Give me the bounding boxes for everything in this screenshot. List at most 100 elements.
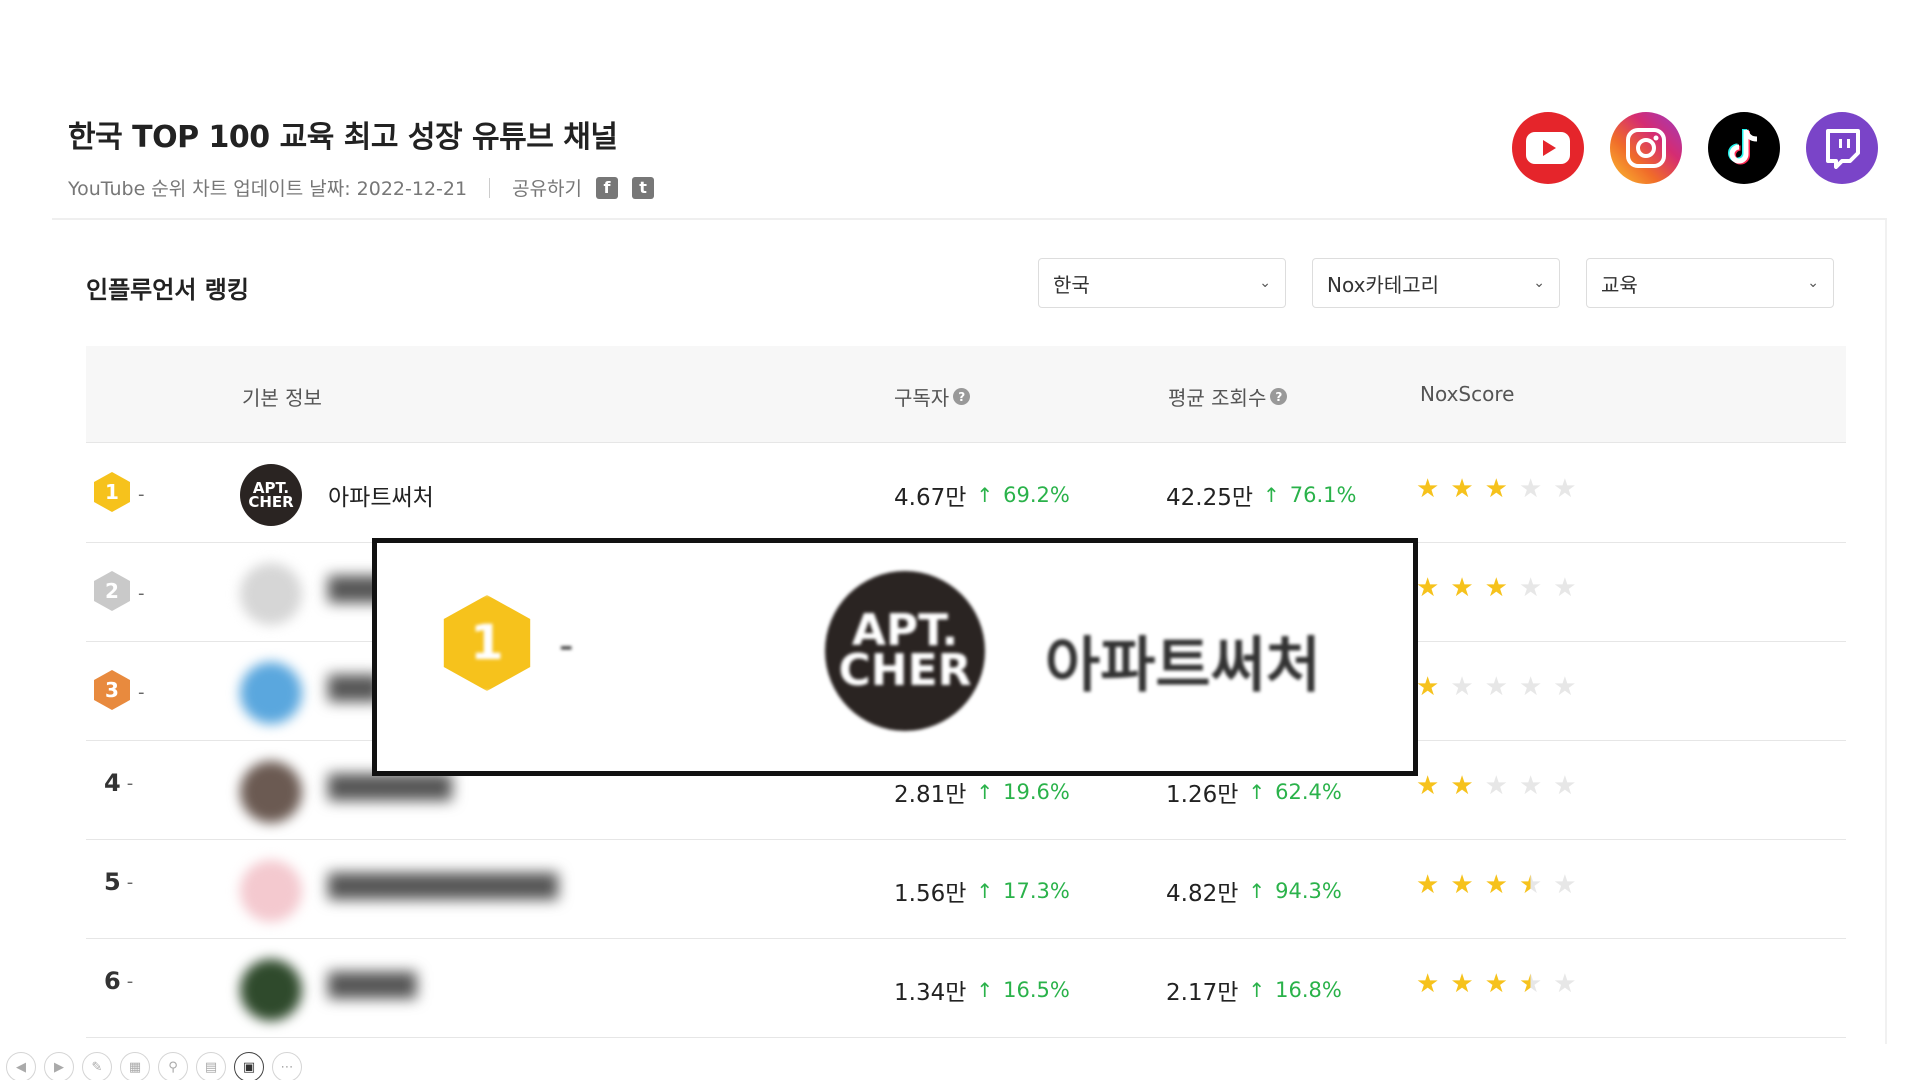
star-icon: ★ — [1450, 573, 1474, 603]
previous-icon[interactable]: ◀ — [6, 1052, 36, 1080]
panel-right-border — [1885, 220, 1887, 1044]
panel-top-border — [52, 218, 1887, 220]
star-icon: ★ — [1450, 672, 1474, 702]
update-info: YouTube 순위 차트 업데이트 날짜: 2022-12-21 공유하기 f… — [68, 174, 655, 201]
subscribers-cell: 1.56만 ↑ 17.3% — [894, 879, 1070, 907]
zoom-icon[interactable]: ⚲ — [158, 1052, 188, 1080]
rank-cell: 3 - — [92, 670, 145, 714]
update-date: YouTube 순위 차트 업데이트 날짜: 2022-12-21 — [68, 178, 468, 200]
rank-cell: 1 - — [92, 472, 145, 516]
facebook-icon[interactable]: f — [596, 176, 619, 199]
subscribers-cell: 4.67만 ↑ 69.2% — [894, 483, 1070, 511]
chevron-down-icon: ⌄ — [1533, 275, 1545, 291]
table-header: 기본 정보 구독자? 평균 조회수? NoxScore — [86, 346, 1846, 443]
header-subscribers[interactable]: 구독자? — [894, 382, 971, 411]
arrow-up-icon: ↑ — [1263, 483, 1280, 507]
header-avg-views[interactable]: 평균 조회수? — [1168, 382, 1288, 411]
category-type-select[interactable]: Nox카테고리 ⌄ — [1312, 258, 1560, 308]
youtube-icon[interactable] — [1512, 112, 1584, 184]
noxscore-stars: ★ ★ ★ ★ ★ — [1416, 674, 1577, 700]
noxscore-stars: ★ ★ ★ ★ ★ — [1416, 476, 1577, 502]
gold-medal-icon: 1 — [92, 472, 132, 516]
channel-name[interactable]: █████ — [328, 973, 416, 999]
channel-name[interactable]: 아파트써처 — [328, 478, 434, 512]
tiktok-icon[interactable] — [1708, 112, 1780, 184]
page-header: 한국 TOP 100 교육 최고 성장 유튜브 채널 YouTube 순위 차트… — [68, 112, 655, 201]
header-avg-views-label: 평균 조회수 — [1168, 386, 1267, 410]
zoom-callout: 1 - APT. CHER 아파트써처 — [372, 538, 1418, 776]
next-icon[interactable]: ▶ — [44, 1052, 74, 1080]
avatar: APT. CHER — [825, 571, 985, 731]
star-icon: ★ — [1416, 870, 1440, 900]
arrow-up-icon: ↑ — [1248, 879, 1266, 903]
avatar[interactable] — [240, 563, 302, 625]
avatar[interactable] — [240, 662, 302, 724]
chevron-down-icon: ⌄ — [1807, 275, 1819, 291]
twitch-icon[interactable] — [1806, 112, 1878, 184]
avg-views-cell: 42.25만 ↑ 76.1% — [1166, 483, 1357, 511]
category-select[interactable]: 교육 ⌄ — [1586, 258, 1834, 308]
help-icon[interactable]: ? — [953, 388, 971, 405]
presentation-toolbar: ◀ ▶ ✎ ▦ ⚲ ▤ ▣ ⋯ — [6, 1052, 302, 1080]
star-icon: ★ — [1484, 672, 1508, 702]
star-icon: ★ — [1450, 969, 1474, 999]
avatar[interactable] — [240, 959, 302, 1021]
arrow-up-icon: ↑ — [976, 879, 994, 903]
star-icon: ★ — [1518, 771, 1543, 801]
camera-icon[interactable]: ▣ — [234, 1052, 264, 1080]
channel-name[interactable]: ███████ — [328, 775, 452, 801]
gold-medal-icon: 1 — [439, 595, 535, 703]
avg-views-cell: 1.26만 ↑ 62.4% — [1166, 780, 1342, 808]
rank-dash: - — [559, 623, 574, 669]
star-icon: ★ — [1484, 870, 1508, 900]
rank-cell: 5- — [104, 868, 134, 896]
rank-cell: 6- — [104, 967, 134, 995]
arrow-up-icon: ↑ — [976, 483, 994, 507]
star-icon: ★ — [1518, 474, 1543, 504]
section-title: 인플루언서 랭킹 — [86, 276, 249, 304]
avatar[interactable] — [240, 860, 302, 922]
avatar[interactable] — [240, 761, 302, 823]
star-icon: ★ — [1416, 474, 1440, 504]
more-options-icon[interactable]: ⋯ — [272, 1052, 302, 1080]
avatar[interactable]: APT. CHER — [240, 464, 302, 526]
table-row[interactable]: 1 - APT. CHER 아파트써처 4.67만 ↑ 69.2% 42.25만 ↑ 76… — [86, 444, 1846, 543]
arrow-up-icon: ↑ — [976, 780, 994, 804]
header-noxscore[interactable]: NoxScore — [1420, 382, 1514, 406]
star-icon: ★ — [1484, 771, 1508, 801]
subscribers-cell: 2.81만 ↑ 19.6% — [894, 780, 1070, 808]
instagram-icon[interactable] — [1610, 112, 1682, 184]
star-icon: ★ — [1553, 870, 1577, 900]
noxscore-stars: ★ ★ ★ ★ ★ — [1416, 575, 1577, 601]
header-basic-info-label: 기본 정보 — [242, 386, 322, 410]
share-label: 공유하기 — [512, 178, 583, 200]
star-icon: ★ — [1450, 870, 1474, 900]
noxscore-stars: ★ ★ ★ ★ ★ — [1416, 773, 1577, 799]
pen-icon[interactable]: ✎ — [82, 1052, 112, 1080]
bronze-medal-icon: 3 — [92, 670, 132, 714]
country-select[interactable]: 한국 ⌄ — [1038, 258, 1286, 308]
twitter-icon[interactable]: t — [632, 176, 655, 199]
channel-name: 아파트써처 — [1045, 631, 1321, 701]
table-row[interactable]: 5- █████████████ 1.56만 ↑ 17.3% 4.82만 ↑ 94.3%… — [86, 840, 1846, 939]
star-icon: ★ — [1518, 969, 1543, 999]
header-basic-info: 기본 정보 — [242, 382, 322, 411]
star-icon: ★ — [1518, 672, 1543, 702]
star-icon: ★ — [1484, 573, 1508, 603]
star-icon: ★ — [1553, 672, 1577, 702]
subtitles-icon[interactable]: ▤ — [196, 1052, 226, 1080]
star-icon: ★ — [1450, 771, 1474, 801]
slides-grid-icon[interactable]: ▦ — [120, 1052, 150, 1080]
table-row[interactable]: 6- █████ 1.34만 ↑ 16.5% 2.17만 ↑ 16.8% ★ ★ ★ ★ ★ — [86, 939, 1846, 1038]
header-noxscore-label: NoxScore — [1420, 382, 1515, 406]
silver-medal-icon: 2 — [92, 571, 132, 615]
star-icon: ★ — [1484, 969, 1508, 999]
star-icon: ★ — [1553, 474, 1577, 504]
chevron-down-icon: ⌄ — [1259, 275, 1271, 291]
header-subscribers-label: 구독자 — [894, 386, 950, 410]
help-icon[interactable]: ? — [1270, 388, 1288, 405]
channel-name[interactable]: █████████████ — [328, 874, 558, 900]
noxscore-stars: ★ ★ ★ ★ ★ — [1416, 872, 1577, 898]
category-value: 교육 — [1601, 272, 1638, 297]
subscribers-cell: 1.34만 ↑ 16.5% — [894, 978, 1070, 1006]
